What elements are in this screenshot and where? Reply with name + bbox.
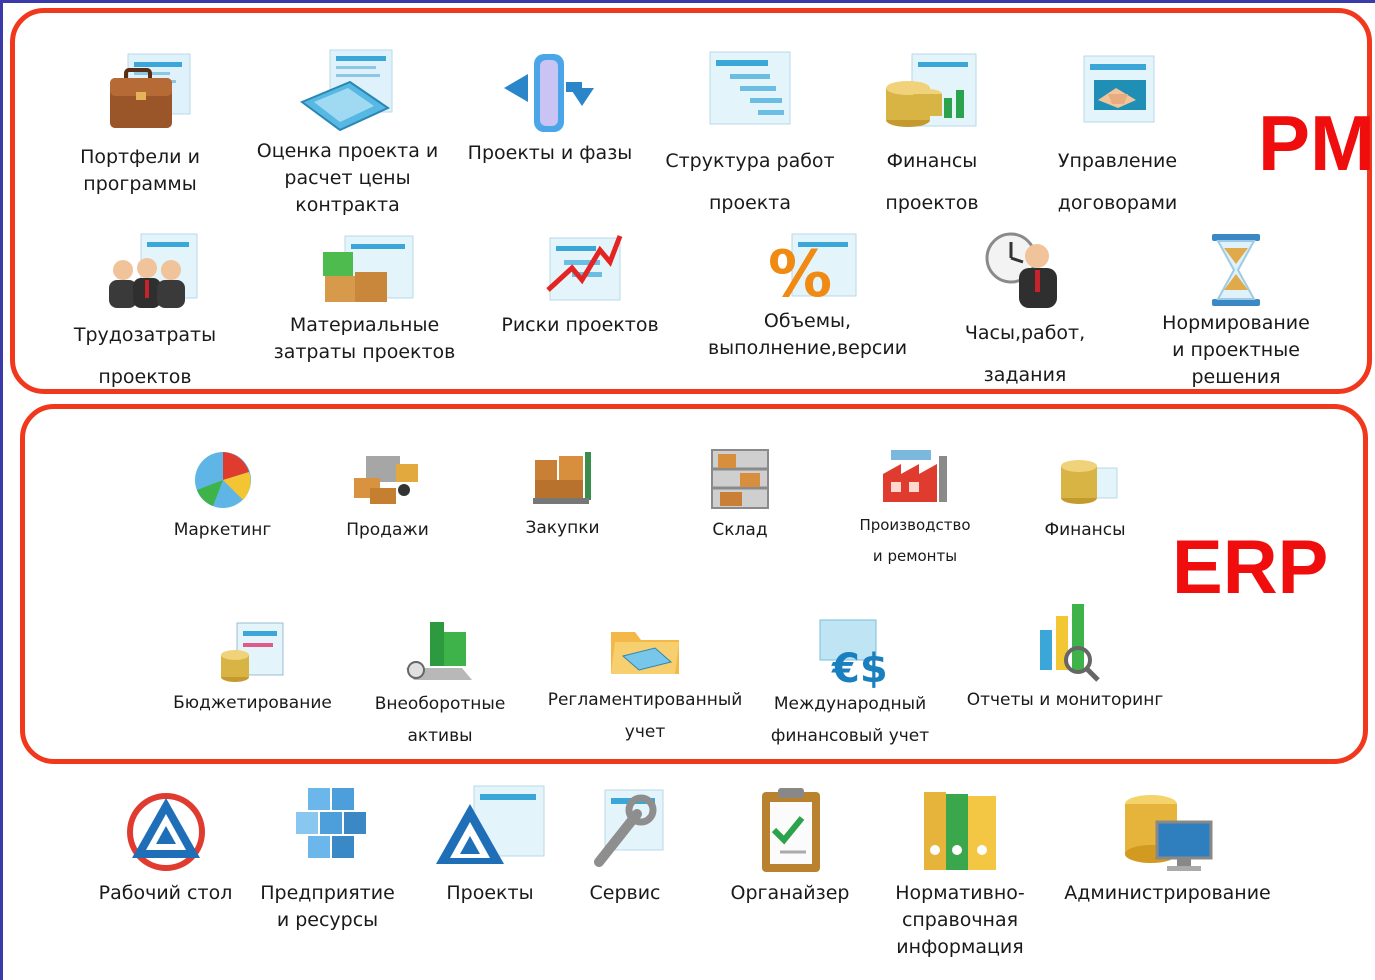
module-label: Часы,работ, задания (964, 322, 1086, 386)
nav-organizer[interactable]: Органайзер (720, 780, 860, 907)
database-monitor-icon (1124, 795, 1212, 871)
module-risks[interactable]: Риски проектов (490, 228, 670, 339)
nav-label: Предприятие и ресурсы (260, 882, 395, 931)
module-label: Структура работ проекта (665, 150, 835, 214)
module-norms[interactable]: Нормирование и проектные решения (1150, 230, 1322, 391)
window-border-top (0, 0, 1375, 3)
machine-icon (406, 622, 472, 680)
module-label: Риски проектов (501, 314, 659, 336)
factory-icon (883, 450, 947, 502)
clock-person-icon (985, 232, 1057, 308)
boxes-icon (322, 235, 413, 302)
module-portfolios[interactable]: Портфели и программы (60, 48, 220, 198)
nav-desktop[interactable]: Рабочий стол (88, 780, 243, 907)
module-materials[interactable]: Материальные затраты проектов (262, 232, 467, 366)
module-hours[interactable]: Часы,работ, задания (945, 222, 1105, 396)
hourglass-icon (1212, 234, 1260, 306)
shelves-icon (711, 449, 769, 509)
module-contracts[interactable]: Управление договорами (1035, 48, 1200, 224)
briefcase-icon (110, 53, 191, 128)
percent-icon: % (768, 233, 856, 308)
erp-group-title: ERP (1172, 525, 1329, 610)
nav-enterprise[interactable]: Предприятие и ресурсы (255, 780, 400, 934)
svg-text:€$: €$ (831, 646, 888, 688)
module-estimate[interactable]: Оценка проекта и расчет цены контракта (245, 42, 450, 219)
module-sales[interactable]: Продажи (335, 442, 440, 546)
pallet-cart-icon (532, 452, 591, 504)
nav-service[interactable]: Сервис (570, 780, 680, 907)
binders-icon (924, 792, 996, 870)
calculator-icon (299, 49, 392, 132)
module-volumes[interactable]: % Объемы, выполнение,версии (695, 228, 920, 362)
cubes-icon (295, 788, 366, 858)
truck-icon (353, 456, 418, 504)
module-label: Продажи (346, 520, 429, 540)
module-label: Маркетинг (173, 520, 272, 540)
nav-label: Рабочий стол (98, 882, 233, 904)
gantt-chart-icon (709, 51, 791, 125)
coins-icon (1061, 460, 1118, 504)
risk-chart-icon (546, 235, 623, 301)
module-production[interactable]: Производство и ремонты (840, 442, 990, 572)
module-regulated[interactable]: Регламентированный учет (535, 612, 755, 748)
module-label: Закупки (525, 518, 600, 538)
svg-text:%: % (768, 238, 832, 308)
module-finance[interactable]: Финансы (1035, 442, 1135, 546)
module-international[interactable]: €$ Международный финансовый учет (760, 612, 940, 752)
nav-label: Органайзер (730, 882, 850, 904)
nav-label: Проекты (446, 882, 534, 904)
module-label: Финансы (1044, 520, 1126, 540)
module-projects-phases[interactable]: Проекты и фазы (455, 44, 645, 167)
nav-reference[interactable]: Нормативно- справочная информация (880, 780, 1040, 961)
module-label: Проекты и фазы (467, 142, 633, 164)
module-warehouse[interactable]: Склад (695, 442, 785, 546)
module-label: Производство и ремонты (859, 516, 971, 565)
module-label: Регламентированный учет (547, 690, 743, 742)
handshake-icon (1083, 55, 1154, 123)
window-border-left (0, 0, 3, 980)
folder-calculator-icon (611, 632, 679, 674)
people-icon (109, 233, 198, 308)
coins-chart-icon (886, 53, 977, 127)
module-label: Отчеты и мониторинг (966, 690, 1164, 710)
nav-label: Администрирование (1064, 882, 1271, 904)
desktop-logo-icon (126, 793, 205, 871)
euro-dollar-icon: €$ (819, 619, 888, 688)
module-budgeting[interactable]: Бюджетирование (165, 615, 340, 719)
nav-label: Нормативно- справочная информация (895, 882, 1025, 958)
wrench-icon (594, 789, 664, 867)
pie-chart-icon (194, 452, 251, 508)
module-label: Финансы проектов (885, 150, 979, 214)
clipboard-icon (762, 788, 820, 872)
budget-icon (220, 622, 283, 682)
module-label: Трудозатраты проектов (73, 324, 217, 388)
module-label: Оценка проекта и расчет цены контракта (256, 140, 439, 216)
projects-logo-icon (436, 785, 545, 864)
module-label: Нормирование и проектные решения (1162, 312, 1310, 388)
module-label: Управление договорами (1057, 150, 1178, 214)
module-label: Материальные затраты проектов (273, 314, 456, 363)
nav-label: Сервис (589, 882, 661, 904)
module-labor[interactable]: Трудозатраты проектов (55, 230, 235, 398)
nav-admin[interactable]: Администрирование (1055, 780, 1280, 907)
phase-flow-icon (504, 54, 594, 132)
nav-projects[interactable]: Проекты (420, 780, 560, 907)
bar-chart-magnifier-icon (1040, 604, 1100, 682)
module-purchases[interactable]: Закупки (515, 440, 610, 544)
module-label: Внеоборотные активы (374, 694, 506, 746)
module-wbs[interactable]: Структура работ проекта (650, 48, 850, 224)
module-label: Объемы, выполнение,версии (707, 310, 908, 359)
module-fixed-assets[interactable]: Внеоборотные активы (365, 612, 515, 752)
pm-group-title: PM (1258, 99, 1375, 187)
module-marketing[interactable]: Маркетинг (160, 442, 285, 546)
module-reports[interactable]: Отчеты и мониторинг (955, 600, 1175, 716)
module-label: Бюджетирование (173, 693, 332, 713)
module-label: Международный финансовый учет (770, 694, 930, 746)
module-label: Портфели и программы (80, 146, 200, 195)
module-project-finance[interactable]: Финансы проектов (862, 48, 1002, 224)
module-label: Склад (712, 520, 768, 540)
